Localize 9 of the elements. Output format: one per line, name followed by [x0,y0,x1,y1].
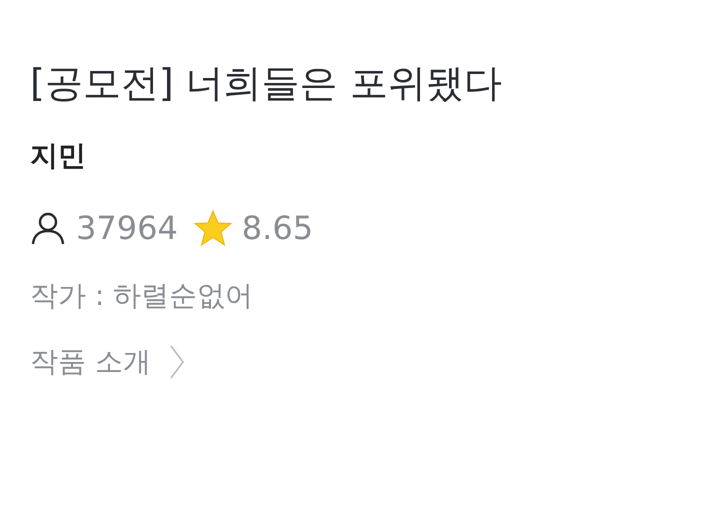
chevron-icon [168,344,185,380]
person-icon [30,210,66,246]
subtitle: 지민 [30,138,86,174]
intro-link[interactable]: 작품 소개 [30,342,185,382]
author-name: 작가 : 하렬순없어 [30,278,254,314]
view-count: 37964 [76,208,178,248]
rating: 8.65 [242,208,314,248]
work-title: [공모전] 너희들은 포위됐다 [30,60,502,107]
star-icon [194,210,232,246]
